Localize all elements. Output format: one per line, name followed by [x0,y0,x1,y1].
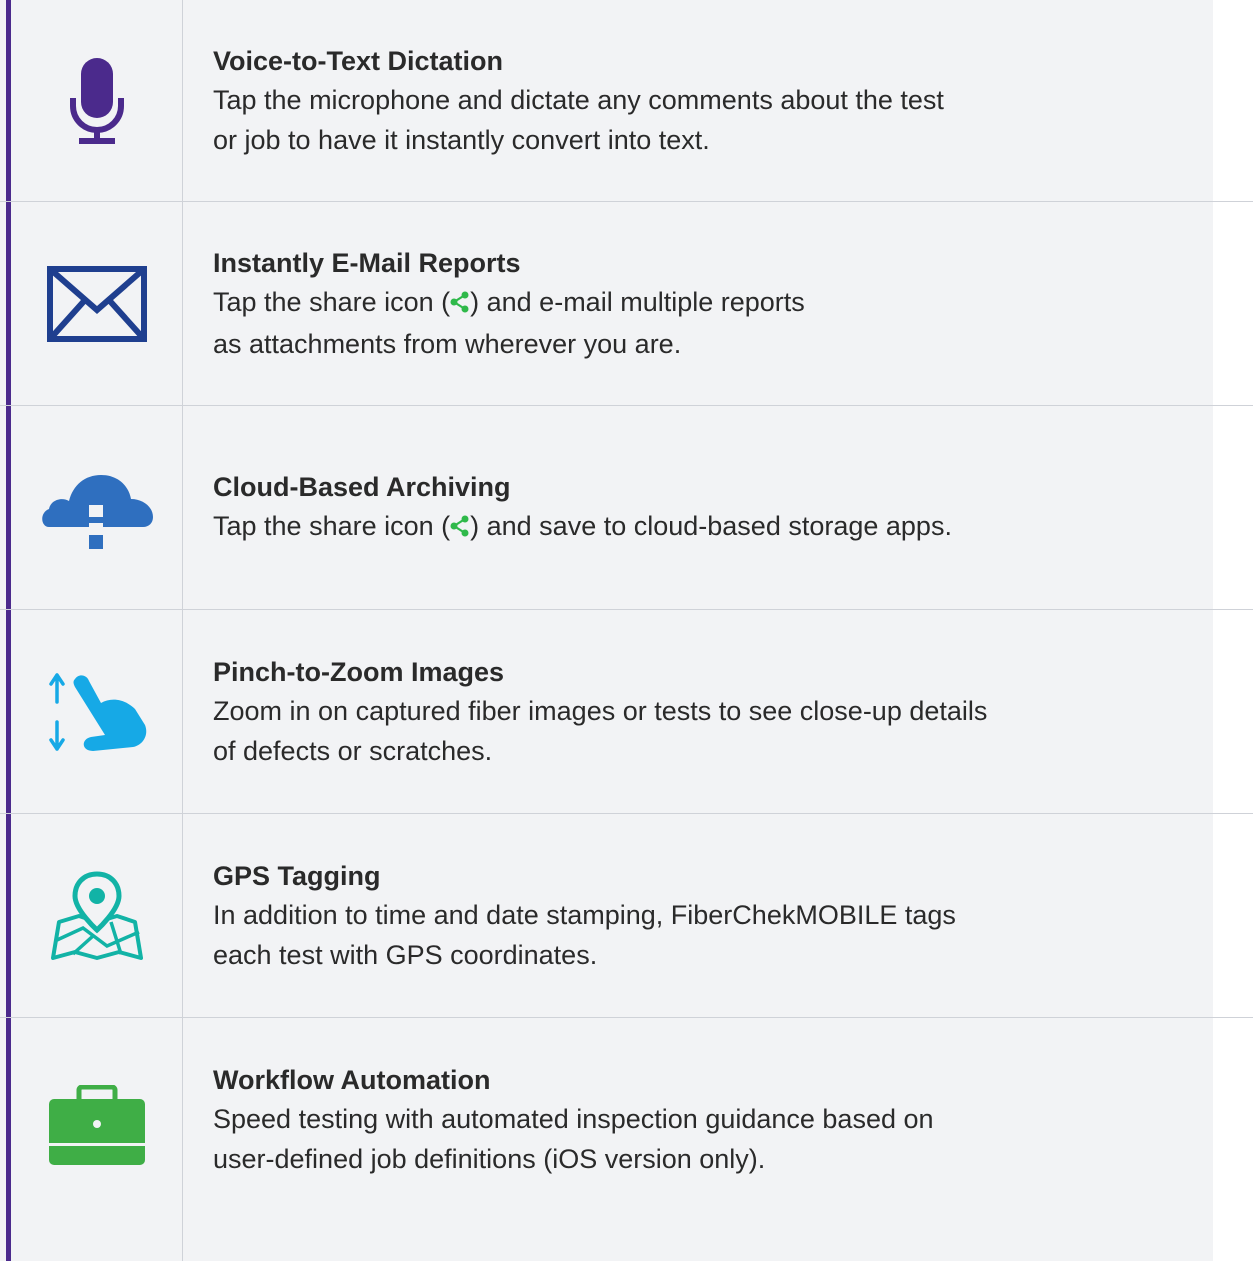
description-line: of defects or scratches. [213,735,493,766]
feature-row-cloud-archiving: Cloud-Based Archiving Tap the share icon… [0,406,1213,609]
cloud-icon [41,474,153,549]
feature-icon-cell [11,406,182,609]
feature-description: Speed testing with automated inspection … [213,1099,1173,1179]
feature-row-workflow-automation: Workflow Automation Speed testing with a… [0,1018,1213,1261]
map-pin-icon [50,870,143,960]
feature-title: Voice-to-Text Dictation [213,45,504,76]
feature-text: Workflow Automation Speed testing with a… [213,1018,1173,1221]
description-line: or job to have it instantly convert into… [213,124,710,155]
description-line: Tap the microphone and dictate any comme… [213,84,944,115]
description-text: Tap the share icon ( [213,286,451,317]
microphone-icon [69,58,124,144]
feature-title: Pinch-to-Zoom Images [213,656,505,687]
feature-icon-cell [11,0,182,201]
share-icon [450,284,470,324]
feature-text: GPS Tagging In addition to time and date… [213,814,1173,1017]
description-line: as attachments from wherever you are. [213,328,682,359]
feature-row-pinch-zoom: Pinch-to-Zoom Images Zoom in on captured… [0,610,1213,813]
description-text: ) and e-mail multiple reports [470,286,805,317]
envelope-icon [46,265,147,342]
feature-icon-cell [11,202,182,405]
description-text: ) and save to cloud-based storage apps. [470,510,952,541]
feature-row-voice-to-text: Voice-to-Text Dictation Tap the micropho… [0,0,1213,201]
feature-title: Cloud-Based Archiving [213,471,511,502]
feature-description: Tap the share icon ( ) and e-mail multipl… [213,282,1173,364]
description-line: each test with GPS coordinates. [213,939,598,970]
description-line: In addition to time and date stamping, F… [213,899,956,930]
description-line: Zoom in on captured fiber images or test… [213,695,988,726]
feature-description: Tap the microphone and dictate any comme… [213,80,1173,160]
share-icon [450,508,470,548]
description-line: Tap the share icon ( ) and e-mail multipl… [213,282,1173,324]
feature-title: Workflow Automation [213,1064,491,1095]
feature-icon-cell [11,1018,182,1221]
description-text: Tap the share icon ( [213,510,451,541]
description-line: user-defined job definitions (iOS versio… [213,1143,766,1174]
feature-row-email-reports: Instantly E-Mail Reports Tap the share i… [0,202,1213,405]
description-line: Speed testing with automated inspection … [213,1103,934,1134]
feature-title: GPS Tagging [213,860,381,891]
feature-description: Zoom in on captured fiber images or test… [213,691,1173,771]
pinch-zoom-hand-icon [48,672,146,751]
feature-description: Tap the share icon ( ) and save to cloud-… [213,506,1173,548]
feature-icon-cell [11,610,182,813]
feature-text: Instantly E-Mail Reports Tap the share i… [213,202,1173,405]
feature-text: Voice-to-Text Dictation Tap the micropho… [213,0,1173,201]
feature-row-gps-tagging: GPS Tagging In addition to time and date… [0,814,1213,1017]
briefcase-icon [48,1084,145,1165]
description-line: Tap the share icon ( ) and save to cloud-… [213,506,1173,548]
feature-text: Cloud-Based Archiving Tap the share icon… [213,406,1173,609]
feature-text: Pinch-to-Zoom Images Zoom in on captured… [213,610,1173,813]
feature-title: Instantly E-Mail Reports [213,247,521,278]
feature-icon-cell [11,814,182,1017]
feature-description: In addition to time and date stamping, F… [213,895,1173,975]
